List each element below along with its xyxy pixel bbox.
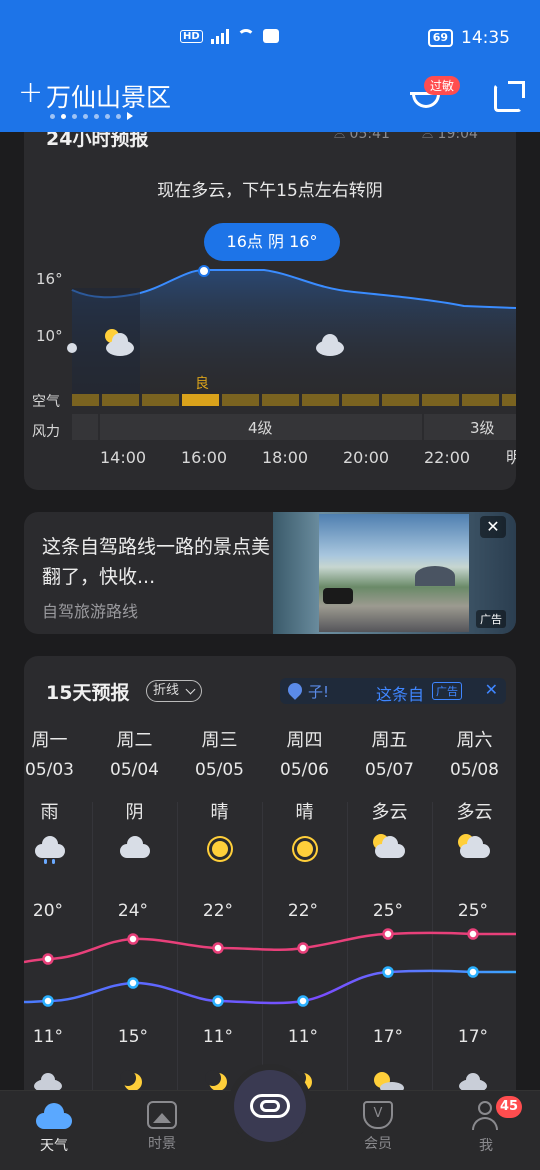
ad-card[interactable]: 这条自驾路线一路的景点美翻了，快收... 自驾旅游路线 ✕ 广告 — [24, 512, 516, 634]
tab-vip[interactable]: V 会员 — [338, 1101, 418, 1153]
high-temp: 22° — [203, 901, 233, 921]
tab-weather[interactable]: 天气 — [14, 1101, 94, 1155]
top-bar: HD 69 14:35 + 万仙山景区 过敏 — [0, 0, 540, 132]
time-label: 明 — [506, 448, 516, 467]
high-temp: 25° — [458, 901, 488, 921]
battery-icon: 69 — [427, 29, 453, 47]
low-temp: 11° — [203, 1027, 233, 1047]
tab-label: 天气 — [40, 1138, 68, 1154]
time-label: 22:00 — [424, 448, 470, 467]
share-icon[interactable] — [494, 81, 525, 112]
status-icons: HD — [180, 28, 279, 44]
ad-banner-text-2: 这条自 — [376, 685, 425, 704]
low-temp: 11° — [33, 1027, 63, 1047]
notification-badge: 45 — [496, 1096, 522, 1118]
cloud-icon — [36, 1101, 72, 1131]
tab-label: 我 — [479, 1138, 493, 1154]
low-temp: 17° — [458, 1027, 488, 1047]
high-temp: 25° — [373, 901, 403, 921]
ad-banner-text-1: 子! — [308, 683, 330, 701]
hourly-chart[interactable]: 16° 10° 空气 良 风力 4级 3级 14:00 16:00 18:00 … — [24, 260, 516, 490]
signal-icon — [210, 28, 229, 44]
low-temp: 15° — [118, 1027, 148, 1047]
ad-headline[interactable]: 这条自驾路线一路的景点美翻了，快收... — [42, 532, 272, 592]
ad-banner-tag: 广告 — [432, 682, 462, 700]
daily-temperature-chart: 20° 24° 22° 22° 25° 25° 11° 15° 11° 11° … — [24, 901, 516, 1094]
hourly-forecast-card: 24小时预报 ⌓ 05:41 ⌓ 19:04 现在多云，下午15点左右转阴 16… — [24, 110, 516, 490]
ad-photo — [319, 514, 469, 632]
daily-forecast-card: 15天预报 折线 子! 这条自 广告 ✕ 周一 05/03 雨 周二 05/04… — [24, 656, 516, 1126]
moon-icon — [120, 1070, 142, 1091]
wifi-icon — [236, 29, 255, 43]
air-label: 空气 — [32, 394, 60, 410]
center-swirl-button[interactable] — [234, 1070, 306, 1142]
high-temp: 24° — [118, 901, 148, 921]
weather-summary: 现在多云，下午15点左右转阴 — [157, 181, 383, 201]
moon-icon — [205, 1070, 227, 1091]
clock: 14:35 — [461, 28, 510, 48]
y-tick-16: 16° — [36, 270, 63, 288]
wind-level-2: 3级 — [470, 419, 495, 437]
y-tick-10: 10° — [36, 327, 63, 345]
daily-title: 15天预报 — [46, 682, 130, 704]
tab-label: 时景 — [148, 1136, 176, 1152]
hour-tooltip: 16点 阴 16° — [204, 223, 340, 261]
ad-banner-close[interactable]: ✕ — [485, 680, 498, 699]
tab-label: 会员 — [364, 1136, 392, 1152]
page-indicator — [50, 112, 133, 120]
cloud-icon-edge — [67, 343, 77, 353]
high-temp-points — [42, 928, 479, 965]
high-temp: 20° — [33, 901, 63, 921]
status-bar: HD 69 14:35 — [0, 26, 540, 54]
time-label: 14:00 — [100, 448, 146, 467]
status-right: 69 14:35 — [427, 28, 510, 48]
allergy-badge: 过敏 — [424, 76, 461, 95]
chart-toggle-button[interactable]: 折线 — [146, 680, 203, 702]
hd-icon: HD — [180, 29, 203, 43]
sim-icon — [262, 29, 279, 43]
ad-image[interactable]: ✕ 广告 — [273, 512, 516, 634]
high-temp: 22° — [288, 901, 318, 921]
ad-source: 自驾旅游路线 — [42, 602, 139, 621]
low-temp: 17° — [373, 1027, 403, 1047]
rocket-icon — [285, 680, 305, 700]
wind-level-1: 4级 — [248, 419, 273, 437]
air-quality-bar — [72, 394, 516, 406]
ad-banner[interactable]: 子! 这条自 广告 ✕ — [280, 678, 506, 704]
ad-close-button[interactable]: ✕ — [480, 516, 506, 538]
city-title[interactable]: 万仙山景区 — [46, 78, 171, 114]
add-city-button[interactable]: + — [18, 78, 43, 108]
vip-icon: V — [363, 1101, 393, 1129]
photo-icon — [147, 1101, 177, 1129]
time-label: 16:00 — [181, 448, 227, 467]
time-label: 20:00 — [343, 448, 389, 467]
ad-tag: 广告 — [476, 610, 506, 628]
wind-label: 风力 — [32, 424, 60, 440]
tab-scenery[interactable]: 时景 — [122, 1101, 202, 1153]
low-temp: 11° — [288, 1027, 318, 1047]
time-label: 18:00 — [262, 448, 308, 467]
air-quality-marker: 良 — [195, 376, 209, 392]
